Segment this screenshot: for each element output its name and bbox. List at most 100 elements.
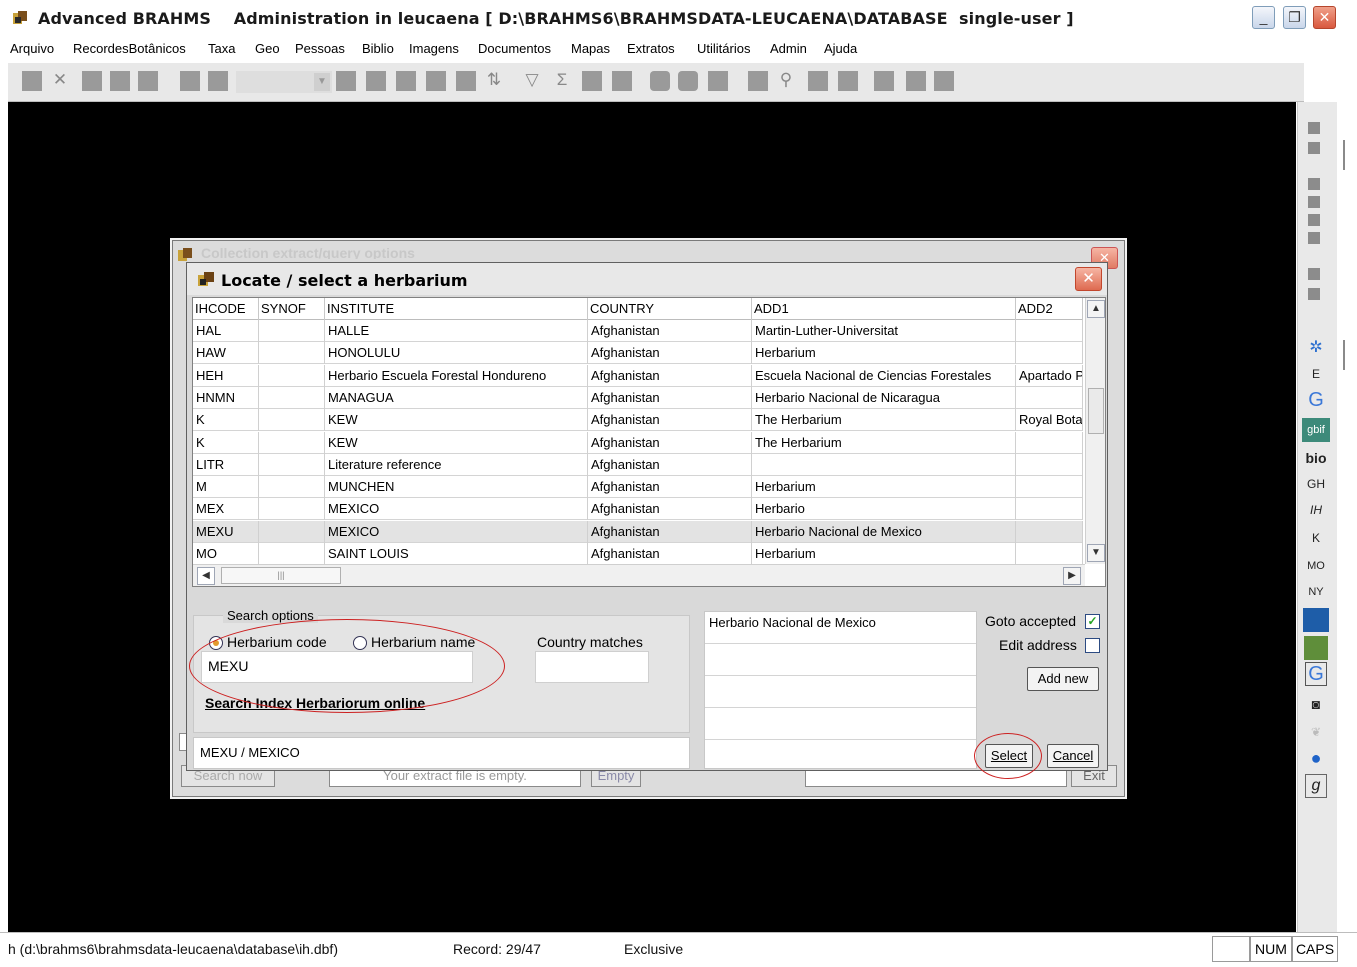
palette-button[interactable] [1308,142,1320,154]
delete-icon[interactable]: ✕ [50,69,70,91]
table-cell-add1[interactable]: Martin-Luther-Universitat [752,320,1016,342]
menu-biblio[interactable]: Biblio [362,41,394,56]
toolbar-button[interactable] [582,71,602,91]
flower-icon[interactable]: ✲ [1302,336,1330,360]
table-cell-institute[interactable]: MEXICO [325,520,588,543]
table-cell-institute[interactable]: KEW [325,409,588,432]
table-cell-synof[interactable] [259,320,325,342]
scroll-right-icon[interactable]: ▶ [1063,567,1081,585]
table-cell-code[interactable]: HAL [193,320,259,342]
table-cell-add2[interactable] [1016,431,1083,454]
toolbar-button[interactable] [748,71,768,91]
toolbar-button[interactable] [336,71,356,91]
table-cell-country[interactable]: Afghanistan [588,520,752,543]
table-cell-synof[interactable] [259,364,325,387]
table-cell-country[interactable]: Afghanistan [588,431,752,454]
palette-link-g-italic[interactable]: g [1305,774,1327,798]
table-cell-code[interactable]: K [193,409,259,432]
map-icon[interactable] [1303,608,1329,632]
palette-link-gh[interactable]: GH [1302,472,1330,496]
menu-geo[interactable]: Geo [255,41,280,56]
leaf-icon[interactable]: ❦ [1302,720,1330,744]
table-cell-synof[interactable] [259,520,325,543]
table-cell-add1[interactable]: Herbarium [752,476,1016,499]
close-dialog-button[interactable]: ✕ [1075,267,1102,291]
table-cell-code[interactable]: MEX [193,498,259,521]
table-cell-synof[interactable] [259,543,325,565]
table-cell-synof[interactable] [259,386,325,409]
minimize-button[interactable]: _ [1252,6,1275,29]
sort-icon[interactable]: ⇅ [484,69,504,91]
column-header-country[interactable]: COUNTRY [588,298,752,320]
table-cell-country[interactable]: Afghanistan [588,409,752,432]
table-cell-code[interactable]: HNMN [193,386,259,409]
table-cell-code[interactable]: MEXU [193,520,259,543]
toolbar-button[interactable] [906,71,926,91]
table-cell-add2[interactable] [1016,342,1083,365]
table-cell-country[interactable]: Afghanistan [588,364,752,387]
menu-admin[interactable]: Admin [770,41,807,56]
google-icon[interactable]: G [1305,662,1327,686]
table-row[interactable]: MEX MEXICO Afghanistan Herbario [193,498,1083,521]
cancel-button[interactable]: Cancel [1047,744,1099,768]
table-cell-add2[interactable] [1016,543,1083,565]
table-cell-institute[interactable]: Literature reference [325,453,588,476]
table-cell-country[interactable]: Afghanistan [588,543,752,565]
close-window-button[interactable]: ✕ [1313,6,1336,29]
table-row[interactable]: M MUNCHEN Afghanistan Herbarium [193,476,1083,499]
menu-pessoas[interactable]: Pessoas [295,41,345,56]
toolbar-button[interactable] [456,71,476,91]
palette-button[interactable] [1308,268,1320,280]
herbarium-grid[interactable]: IHCODE SYNOF INSTITUTE COUNTRY ADD1 ADD2… [192,297,1106,587]
table-cell-add2[interactable] [1016,476,1083,499]
table-cell-institute[interactable]: KEW [325,431,588,454]
palette-link-k[interactable]: K [1302,526,1330,550]
filter-icon[interactable]: ▽ [522,69,542,91]
chevron-down-icon[interactable]: ▼ [314,73,330,91]
table-row[interactable]: HEH Herbario Escuela Forestal Hondureno Af… [193,364,1083,387]
edit-address-checkbox[interactable] [1085,638,1100,653]
table-row[interactable]: MEXU MEXICO Afghanistan Herbario Nacional d… [193,520,1083,543]
palette-link-mo[interactable]: MO [1302,554,1330,578]
table-cell-add1[interactable]: Herbario [752,498,1016,521]
palette-link-bio[interactable]: bio [1302,446,1330,470]
table-cell-synof[interactable] [259,476,325,499]
restore-button[interactable]: ❐ [1283,6,1306,29]
table-cell-add1[interactable]: Herbarium [752,543,1016,565]
toolbar-button[interactable] [180,71,200,91]
table-cell-add2[interactable] [1016,520,1083,543]
table-row[interactable]: HNMN MANAGUA Afghanistan Herbario Nacional … [193,386,1083,409]
column-header-synof[interactable]: SYNOF [259,298,325,320]
table-cell-country[interactable]: Afghanistan [588,498,752,521]
palette-link-ih[interactable]: IH [1302,498,1330,522]
table-cell-add1[interactable]: The Herbarium [752,409,1016,432]
toolbar-button[interactable] [708,71,728,91]
vertical-scrollbar[interactable]: ▲ ▼ [1085,298,1105,564]
table-cell-add1[interactable]: Escuela Nacional de Ciencias Forestales [752,364,1016,387]
toolbar-button[interactable] [208,71,228,91]
menu-recordes-botanicos[interactable]: RecordesBotânicos [73,41,186,56]
toolbar-button[interactable] [934,71,954,91]
globe-icon[interactable]: ● [1302,746,1330,770]
plant-icon[interactable] [1304,636,1328,660]
toolbar-button[interactable] [874,71,894,91]
palette-button[interactable] [1308,122,1320,134]
table-cell-add2[interactable] [1016,320,1083,342]
camera-icon[interactable]: ◙ [1302,692,1330,716]
toolbar-combo[interactable]: ▼ [236,71,332,93]
table-cell-synof[interactable] [259,431,325,454]
table-cell-code[interactable]: M [193,476,259,499]
scroll-up-icon[interactable]: ▲ [1087,300,1105,318]
table-cell-code[interactable]: HEH [193,364,259,387]
table-cell-country[interactable]: Afghanistan [588,476,752,499]
palette-link-ny[interactable]: NY [1302,580,1330,604]
scroll-left-icon[interactable]: ◀ [197,567,215,585]
table-cell-institute[interactable]: HALLE [325,320,588,342]
binoculars-icon[interactable] [650,71,670,91]
scroll-down-icon[interactable]: ▼ [1087,544,1105,562]
table-row[interactable]: K KEW Afghanistan The Herbarium [193,431,1083,454]
palette-button[interactable] [1308,196,1320,208]
column-header-institute[interactable]: INSTITUTE [325,298,588,320]
toolbar-button[interactable] [110,71,130,91]
table-cell-add2[interactable]: Apartado P [1016,364,1083,387]
